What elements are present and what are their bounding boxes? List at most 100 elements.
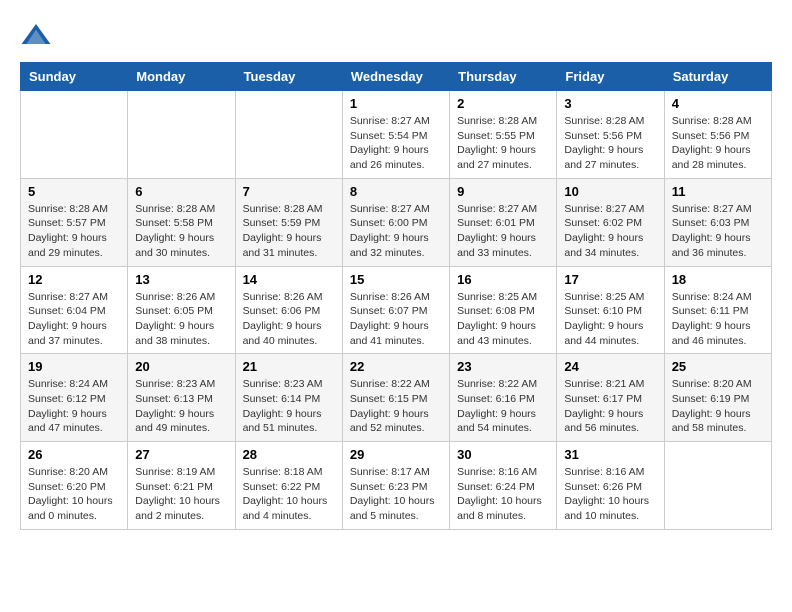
calendar-cell xyxy=(235,91,342,179)
day-info: Sunrise: 8:28 AM Sunset: 5:56 PM Dayligh… xyxy=(564,114,656,173)
day-info: Sunrise: 8:21 AM Sunset: 6:17 PM Dayligh… xyxy=(564,377,656,436)
calendar-cell: 7Sunrise: 8:28 AM Sunset: 5:59 PM Daylig… xyxy=(235,178,342,266)
calendar-cell: 23 Sunrise: 8:22 AM Sunset: 6:16 PM Dayli… xyxy=(450,354,557,442)
day-number: 11 xyxy=(672,184,764,199)
header-row: SundayMondayTuesdayWednesdayThursdayFrid… xyxy=(21,63,772,91)
day-number: 18 xyxy=(672,272,764,287)
day-info: Sunrise: 8:28 AM Sunset: 5:56 PM Dayligh… xyxy=(672,114,764,173)
day-info: Sunrise: 8:28 AM Sunset: 5:57 PM Dayligh… xyxy=(28,202,120,261)
day-info: Sunrise: 8:27 AM Sunset: 6:02 PM Dayligh… xyxy=(564,202,656,261)
calendar-cell: 14 Sunrise: 8:26 AM Sunset: 6:06 PM Dayli… xyxy=(235,266,342,354)
day-info: Sunrise: 8:28 AM Sunset: 5:58 PM Dayligh… xyxy=(135,202,227,261)
day-header-sunday: Sunday xyxy=(21,63,128,91)
week-row-2: 12Sunrise: 8:27 AM Sunset: 6:04 PM Dayli… xyxy=(21,266,772,354)
day-info: Sunrise: 8:27 AM Sunset: 6:01 PM Dayligh… xyxy=(457,202,549,261)
calendar-cell: 24 Sunrise: 8:21 AM Sunset: 6:17 PM Dayli… xyxy=(557,354,664,442)
day-header-wednesday: Wednesday xyxy=(342,63,449,91)
day-number: 22 xyxy=(350,359,442,374)
day-number: 30 xyxy=(457,447,549,462)
day-number: 2 xyxy=(457,96,549,111)
calendar-cell: 15Sunrise: 8:26 AM Sunset: 6:07 PM Dayli… xyxy=(342,266,449,354)
calendar-table: SundayMondayTuesdayWednesdayThursdayFrid… xyxy=(20,62,772,530)
day-info: Sunrise: 8:26 AM Sunset: 6:06 PM Dayligh… xyxy=(243,290,335,349)
calendar-cell: 6 Sunrise: 8:28 AM Sunset: 5:58 PM Daylig… xyxy=(128,178,235,266)
day-info: Sunrise: 8:28 AM Sunset: 5:55 PM Dayligh… xyxy=(457,114,549,173)
day-info: Sunrise: 8:24 AM Sunset: 6:11 PM Dayligh… xyxy=(672,290,764,349)
logo xyxy=(20,20,56,52)
day-info: Sunrise: 8:18 AM Sunset: 6:22 PM Dayligh… xyxy=(243,465,335,524)
day-info: Sunrise: 8:27 AM Sunset: 6:00 PM Dayligh… xyxy=(350,202,442,261)
week-row-1: 5 Sunrise: 8:28 AM Sunset: 5:57 PM Daylig… xyxy=(21,178,772,266)
day-number: 6 xyxy=(135,184,227,199)
week-row-4: 26Sunrise: 8:20 AM Sunset: 6:20 PM Dayli… xyxy=(21,442,772,530)
day-number: 20 xyxy=(135,359,227,374)
day-info: Sunrise: 8:24 AM Sunset: 6:12 PM Dayligh… xyxy=(28,377,120,436)
day-header-saturday: Saturday xyxy=(664,63,771,91)
day-info: Sunrise: 8:16 AM Sunset: 6:24 PM Dayligh… xyxy=(457,465,549,524)
calendar-cell: 30 Sunrise: 8:16 AM Sunset: 6:24 PM Dayli… xyxy=(450,442,557,530)
calendar-cell: 10 Sunrise: 8:27 AM Sunset: 6:02 PM Dayli… xyxy=(557,178,664,266)
day-info: Sunrise: 8:27 AM Sunset: 5:54 PM Dayligh… xyxy=(350,114,442,173)
calendar-cell: 16 Sunrise: 8:25 AM Sunset: 6:08 PM Dayli… xyxy=(450,266,557,354)
day-number: 8 xyxy=(350,184,442,199)
day-info: Sunrise: 8:22 AM Sunset: 6:16 PM Dayligh… xyxy=(457,377,549,436)
calendar-cell: 22 Sunrise: 8:22 AM Sunset: 6:15 PM Dayli… xyxy=(342,354,449,442)
calendar-cell: 12Sunrise: 8:27 AM Sunset: 6:04 PM Dayli… xyxy=(21,266,128,354)
calendar-cell: 17Sunrise: 8:25 AM Sunset: 6:10 PM Dayli… xyxy=(557,266,664,354)
day-header-thursday: Thursday xyxy=(450,63,557,91)
day-number: 7 xyxy=(243,184,335,199)
day-number: 14 xyxy=(243,272,335,287)
calendar-cell xyxy=(128,91,235,179)
day-info: Sunrise: 8:27 AM Sunset: 6:03 PM Dayligh… xyxy=(672,202,764,261)
day-number: 25 xyxy=(672,359,764,374)
day-info: Sunrise: 8:17 AM Sunset: 6:23 PM Dayligh… xyxy=(350,465,442,524)
calendar-cell: 27Sunrise: 8:19 AM Sunset: 6:21 PM Dayli… xyxy=(128,442,235,530)
calendar-cell: 8 Sunrise: 8:27 AM Sunset: 6:00 PM Daylig… xyxy=(342,178,449,266)
calendar-cell: 4Sunrise: 8:28 AM Sunset: 5:56 PM Daylig… xyxy=(664,91,771,179)
day-info: Sunrise: 8:25 AM Sunset: 6:08 PM Dayligh… xyxy=(457,290,549,349)
calendar-cell: 1Sunrise: 8:27 AM Sunset: 5:54 PM Daylig… xyxy=(342,91,449,179)
day-number: 27 xyxy=(135,447,227,462)
day-info: Sunrise: 8:26 AM Sunset: 6:05 PM Dayligh… xyxy=(135,290,227,349)
calendar-cell: 11 Sunrise: 8:27 AM Sunset: 6:03 PM Dayli… xyxy=(664,178,771,266)
day-info: Sunrise: 8:22 AM Sunset: 6:15 PM Dayligh… xyxy=(350,377,442,436)
week-row-0: 1Sunrise: 8:27 AM Sunset: 5:54 PM Daylig… xyxy=(21,91,772,179)
day-header-friday: Friday xyxy=(557,63,664,91)
calendar-cell: 20 Sunrise: 8:23 AM Sunset: 6:13 PM Dayli… xyxy=(128,354,235,442)
day-number: 26 xyxy=(28,447,120,462)
day-number: 31 xyxy=(564,447,656,462)
logo-icon xyxy=(20,20,52,52)
calendar-cell: 13 Sunrise: 8:26 AM Sunset: 6:05 PM Dayli… xyxy=(128,266,235,354)
calendar-cell: 5 Sunrise: 8:28 AM Sunset: 5:57 PM Daylig… xyxy=(21,178,128,266)
day-info: Sunrise: 8:16 AM Sunset: 6:26 PM Dayligh… xyxy=(564,465,656,524)
calendar-cell: 25 Sunrise: 8:20 AM Sunset: 6:19 PM Dayli… xyxy=(664,354,771,442)
calendar-cell: 3 Sunrise: 8:28 AM Sunset: 5:56 PM Daylig… xyxy=(557,91,664,179)
day-number: 10 xyxy=(564,184,656,199)
day-info: Sunrise: 8:23 AM Sunset: 6:13 PM Dayligh… xyxy=(135,377,227,436)
page-header xyxy=(20,20,772,52)
calendar-cell: 2 Sunrise: 8:28 AM Sunset: 5:55 PM Daylig… xyxy=(450,91,557,179)
day-number: 9 xyxy=(457,184,549,199)
calendar-body: 1Sunrise: 8:27 AM Sunset: 5:54 PM Daylig… xyxy=(21,91,772,530)
day-info: Sunrise: 8:26 AM Sunset: 6:07 PM Dayligh… xyxy=(350,290,442,349)
calendar-cell xyxy=(664,442,771,530)
day-number: 19 xyxy=(28,359,120,374)
day-number: 24 xyxy=(564,359,656,374)
calendar-cell: 31 Sunrise: 8:16 AM Sunset: 6:26 PM Dayli… xyxy=(557,442,664,530)
day-number: 13 xyxy=(135,272,227,287)
day-info: Sunrise: 8:20 AM Sunset: 6:19 PM Dayligh… xyxy=(672,377,764,436)
day-number: 3 xyxy=(564,96,656,111)
day-header-monday: Monday xyxy=(128,63,235,91)
calendar-header: SundayMondayTuesdayWednesdayThursdayFrid… xyxy=(21,63,772,91)
day-number: 23 xyxy=(457,359,549,374)
day-info: Sunrise: 8:25 AM Sunset: 6:10 PM Dayligh… xyxy=(564,290,656,349)
day-number: 28 xyxy=(243,447,335,462)
calendar-cell: 29Sunrise: 8:17 AM Sunset: 6:23 PM Dayli… xyxy=(342,442,449,530)
calendar-cell: 26Sunrise: 8:20 AM Sunset: 6:20 PM Dayli… xyxy=(21,442,128,530)
day-number: 16 xyxy=(457,272,549,287)
day-number: 21 xyxy=(243,359,335,374)
calendar-cell: 28 Sunrise: 8:18 AM Sunset: 6:22 PM Dayli… xyxy=(235,442,342,530)
day-number: 5 xyxy=(28,184,120,199)
week-row-3: 19 Sunrise: 8:24 AM Sunset: 6:12 PM Dayli… xyxy=(21,354,772,442)
day-number: 12 xyxy=(28,272,120,287)
